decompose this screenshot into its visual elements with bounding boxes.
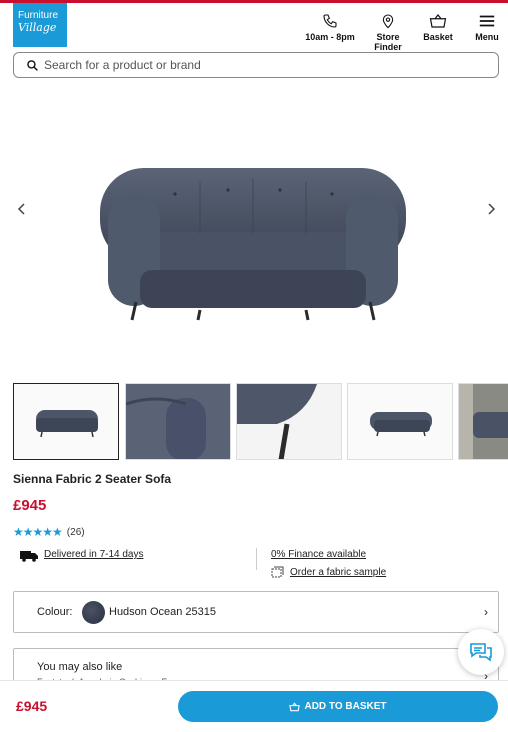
delivery-truck-icon: [20, 551, 38, 562]
thumbnail-3[interactable]: [236, 383, 342, 460]
product-price: £945: [13, 497, 47, 514]
fabric-sample-link[interactable]: Order a fabric sample: [290, 567, 386, 578]
thumbnail-2[interactable]: [125, 383, 231, 460]
search-bar[interactable]: [13, 52, 499, 78]
sticky-add-to-basket-bar: £945 ADD TO BASKET: [0, 680, 508, 732]
colour-label: Colour:: [37, 606, 73, 618]
thumbnail-4[interactable]: [347, 383, 453, 460]
search-input[interactable]: [44, 56, 484, 74]
delivery-info-link[interactable]: Delivered in 7-14 days: [44, 549, 144, 560]
product-image-gallery: [0, 82, 508, 380]
also-like-label: You may also like: [37, 661, 123, 673]
nav-menu-label: Menu: [475, 32, 499, 42]
product-title: Sienna Fabric 2 Seater Sofa: [13, 472, 172, 486]
nav-basket-label: Basket: [423, 32, 453, 42]
main-sofa-image: [100, 168, 406, 321]
colour-value: Hudson Ocean 25315: [109, 606, 217, 618]
logo-line-2: Village: [18, 21, 57, 34]
info-divider: [256, 548, 257, 570]
review-count: (26): [66, 526, 85, 538]
add-to-basket-button[interactable]: ADD TO BASKET: [178, 691, 498, 722]
logo-line-1: Furniture: [18, 10, 59, 21]
furniture-village-logo[interactable]: Furniture Village: [13, 3, 67, 47]
add-to-basket-label: ADD TO BASKET: [304, 701, 387, 712]
sticky-price: £945: [16, 698, 48, 714]
nav-basket[interactable]: Basket: [420, 13, 456, 47]
search-icon: [27, 60, 38, 71]
nav-store-finder-label: Store Finder: [374, 32, 402, 52]
location-pin-icon: [382, 14, 394, 29]
chevron-right-icon: ›: [484, 605, 488, 619]
phone-icon: [323, 14, 337, 28]
nav-hours-label: 10am - 8pm: [305, 32, 355, 42]
site-header: Furniture Village 10am - 8pm Store Finde…: [0, 3, 508, 52]
product-rating[interactable]: ★★★★★ (26): [13, 525, 85, 539]
hamburger-icon: [479, 15, 495, 27]
thumbnail-5[interactable]: [458, 383, 508, 460]
colour-swatch: [82, 601, 105, 624]
nav-menu[interactable]: Menu: [472, 13, 502, 47]
colour-selector[interactable]: Colour: Hudson Ocean 25315 ›: [13, 591, 499, 633]
thumbnail-strip: [13, 383, 508, 460]
basket-icon: [429, 14, 447, 28]
chevron-right-icon[interactable]: [482, 200, 500, 218]
fabric-sample-icon: [271, 566, 284, 578]
nav-opening-hours[interactable]: 10am - 8pm: [304, 13, 356, 47]
thumbnail-1[interactable]: [13, 383, 119, 460]
finance-link[interactable]: 0% Finance available: [271, 549, 366, 560]
nav-store-finder[interactable]: Store Finder: [362, 13, 414, 52]
rating-stars-icon: ★★★★★: [13, 525, 63, 539]
basket-icon: [289, 701, 301, 711]
chat-button[interactable]: [458, 629, 504, 675]
chevron-left-icon[interactable]: [13, 200, 31, 218]
chat-bubble-icon: [470, 643, 492, 662]
